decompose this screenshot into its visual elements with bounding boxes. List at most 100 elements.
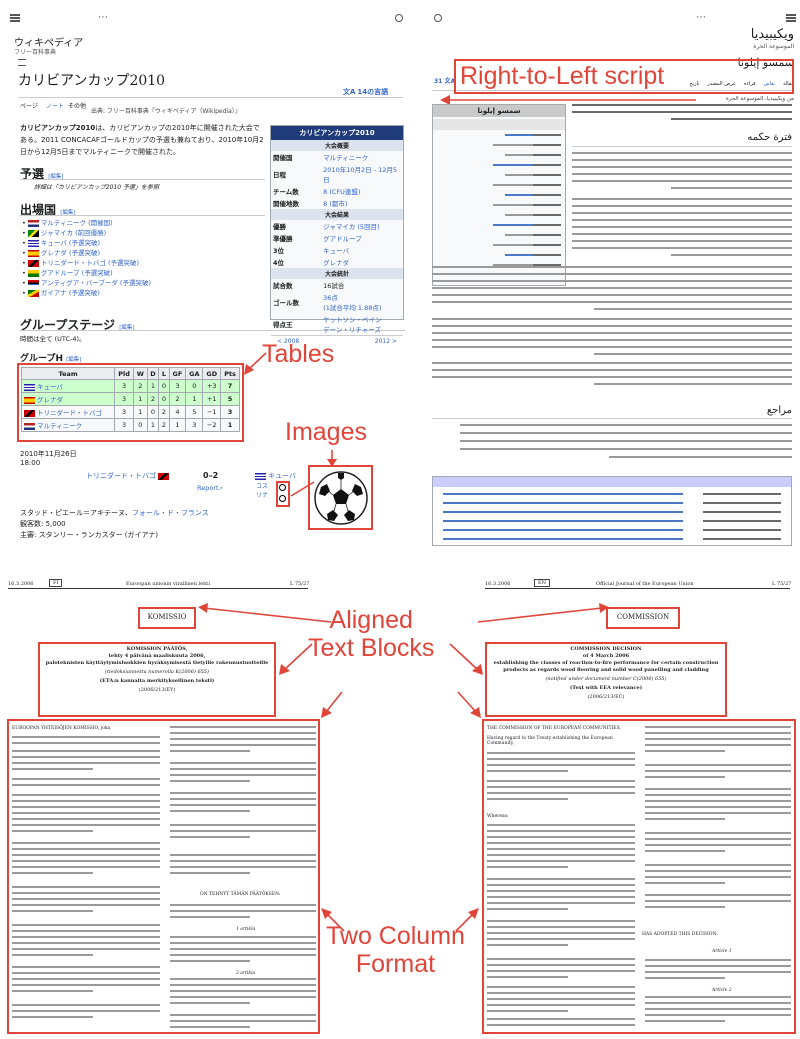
- text-line: [533, 204, 561, 206]
- list-item[interactable]: • グアドループ (予選突破): [22, 267, 113, 277]
- tab-other[interactable]: その他: [68, 101, 86, 110]
- text-line: [487, 758, 635, 760]
- text-line: [12, 872, 94, 874]
- search-icon[interactable]: [395, 14, 403, 22]
- text-line: [572, 166, 792, 168]
- text-line: [443, 538, 683, 540]
- text-line: [12, 972, 160, 974]
- scorer-link[interactable]: リナ: [256, 492, 268, 499]
- text-line: [645, 1002, 791, 1004]
- text-line: [487, 792, 635, 794]
- text-line: [432, 301, 792, 303]
- stat-cell: 3: [114, 418, 134, 432]
- list-item[interactable]: • アンティグア・バーブーダ (予選突破): [22, 277, 151, 287]
- text-line: [12, 936, 160, 938]
- text-line: [432, 332, 792, 334]
- text-line: [12, 794, 160, 796]
- infobox-next-link[interactable]: 2012 >: [375, 338, 397, 345]
- text-line: [12, 904, 160, 906]
- whereas: Whereas:: [487, 814, 509, 819]
- text-line: [170, 948, 316, 950]
- tab-note[interactable]: ノート: [46, 101, 64, 110]
- doc-date: 16.3.2006: [8, 581, 34, 587]
- report-link[interactable]: Report↗: [197, 484, 223, 492]
- text-line: [645, 906, 726, 908]
- text-line: [645, 894, 791, 896]
- more-icon[interactable]: ⋯: [696, 12, 706, 23]
- adopted-line: HAS ADOPTED THIS DECISION:: [642, 932, 718, 937]
- flag-icon: [24, 409, 35, 417]
- stat-cell: 1: [132, 392, 148, 406]
- list-item[interactable]: • キューバ (予選突破): [22, 237, 100, 247]
- text-line: [170, 830, 316, 832]
- text-line: [533, 244, 561, 246]
- text-line: [170, 996, 316, 998]
- stat-cell: 2: [132, 379, 148, 393]
- team-cell[interactable]: グレナダ: [20, 392, 116, 406]
- text-line: [594, 353, 792, 355]
- text-line: [170, 872, 251, 874]
- text-line: [645, 870, 791, 872]
- stat-cell: 3: [168, 379, 187, 393]
- hamburger-icon[interactable]: [10, 14, 20, 22]
- text-line: [12, 898, 160, 900]
- text-line: [487, 848, 635, 850]
- text-line: [487, 1018, 635, 1020]
- text-line: [645, 850, 726, 852]
- match-time: 18:00: [20, 459, 41, 467]
- scorer-link[interactable]: コス: [256, 483, 268, 490]
- match-home[interactable]: トリニダード・トバゴ: [86, 471, 171, 481]
- lead-bold: カリビアンカップ2010: [20, 124, 96, 132]
- languages-button[interactable]: 文A 14の言語: [343, 87, 388, 97]
- text-line: [645, 959, 791, 961]
- text-line: [487, 958, 635, 960]
- infobox-table: 開催国 マルティニーク 日程 2010年10月2日 - 12月5日 チーム数 8 (CFU…: [271, 151, 403, 209]
- stat-cell: 3: [114, 405, 134, 419]
- text-line: [12, 966, 160, 968]
- list-item[interactable]: • ガイアナ (予選突破): [22, 287, 100, 297]
- text-line: [703, 502, 781, 504]
- text-line: [12, 1010, 160, 1012]
- stat-cell: 1: [146, 379, 160, 393]
- column-header: Team: [20, 367, 116, 380]
- text-line: [432, 325, 792, 327]
- stat-cell: 5: [185, 405, 204, 419]
- stat-cell: 2: [158, 405, 170, 419]
- list-item[interactable]: • ジャマイカ (前回優勝): [22, 227, 106, 237]
- column-header: GA: [185, 367, 204, 380]
- search-icon[interactable]: [434, 14, 442, 22]
- text-line: [443, 511, 683, 513]
- infobox-row: 準優勝 グアドループ: [271, 232, 403, 244]
- team-cell[interactable]: マルティニーク: [20, 418, 116, 432]
- more-icon[interactable]: ⋯: [98, 12, 108, 23]
- stat-cell: 0: [132, 418, 148, 432]
- tab-page[interactable]: ページ: [20, 101, 38, 110]
- languages-button[interactable]: 31 文A: [434, 76, 455, 85]
- text-line: [170, 904, 316, 906]
- text-line: [170, 780, 251, 782]
- text-line: [645, 776, 726, 778]
- text-line: [487, 860, 635, 862]
- text-line: [645, 838, 791, 840]
- list-item[interactable]: • マルティニーク (開催国): [22, 217, 113, 227]
- text-line: [170, 774, 316, 776]
- team-cell[interactable]: トリニダード・トバゴ: [20, 405, 116, 419]
- attendance: 観客数: 5,000: [20, 520, 66, 528]
- list-item[interactable]: • トリニダード・トバゴ (予選突破): [22, 257, 139, 267]
- text-line: [645, 770, 791, 772]
- hamburger-icon[interactable]: [786, 14, 796, 22]
- team-cell[interactable]: キューバ: [20, 379, 116, 393]
- text-line: [572, 152, 792, 154]
- stadium-link[interactable]: フォール・ド・フランス: [132, 509, 209, 517]
- jp-wiki-panel: ⋯ ウィキペディア フリー百科事典 カリビアンカップ2010 文A 14の言語 ペ…: [0, 0, 410, 560]
- stat-cell: −1: [202, 405, 222, 419]
- column-header: Pld: [114, 367, 134, 380]
- table-row: トリニダード・トバゴ 3 1 0 2 4 5 −1 3: [20, 405, 240, 419]
- text-line: [572, 104, 792, 106]
- text-line: [12, 848, 160, 850]
- text-line: [443, 493, 683, 495]
- toc-icon[interactable]: [18, 59, 26, 66]
- list-item[interactable]: • グレナダ (予選突破): [22, 247, 100, 257]
- text-line: [645, 812, 791, 814]
- stat-cell: 5: [220, 392, 240, 406]
